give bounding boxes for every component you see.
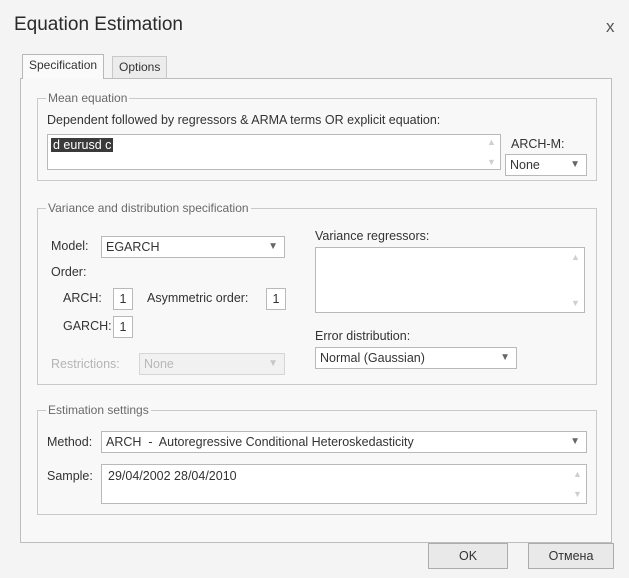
archm-select[interactable]: None ▼ — [505, 154, 587, 176]
title-bar: Equation Estimation x — [0, 0, 629, 46]
restrictions-value: None — [144, 357, 174, 371]
tab-options[interactable]: Options — [112, 56, 168, 78]
chevron-down-icon: ▼ — [570, 159, 580, 170]
scroll-down-icon: ▼ — [571, 298, 580, 308]
chevron-down-icon: ▼ — [570, 436, 580, 447]
variance-regressors-input[interactable]: ▲ ▼ — [315, 247, 585, 313]
variance-regressors-scrollbar[interactable]: ▲ ▼ — [569, 249, 583, 311]
method-label: Method: — [47, 435, 93, 449]
error-distribution-value: Normal (Gaussian) — [320, 351, 425, 365]
method-value: ARCH - Autoregressive Conditional Hetero… — [106, 435, 414, 449]
model-label: Model: — [51, 239, 89, 253]
asymmetric-order-input[interactable]: 1 — [266, 288, 286, 310]
arch-order-input[interactable]: 1 — [113, 288, 133, 310]
estimation-legend: Estimation settings — [48, 403, 149, 417]
chevron-down-icon: ▼ — [268, 241, 278, 252]
scroll-up-icon: ▲ — [487, 137, 496, 147]
scroll-up-icon: ▲ — [571, 252, 580, 262]
tab-specification[interactable]: Specification — [22, 54, 105, 79]
scroll-down-icon: ▼ — [487, 157, 496, 167]
equation-text: d eurusd c — [51, 138, 114, 152]
chevron-down-icon: ▼ — [268, 358, 278, 369]
sample-text: 29/04/2002 28/04/2010 — [108, 469, 237, 483]
error-distribution-label: Error distribution: — [315, 329, 411, 343]
archm-label: ARCH-M: — [511, 137, 565, 151]
garch-order-input[interactable]: 1 — [113, 316, 133, 338]
model-select[interactable]: EGARCH ▼ — [101, 236, 285, 258]
mean-equation-legend: Mean equation — [48, 91, 128, 105]
window-title: Equation Estimation — [14, 14, 183, 35]
archm-value: None — [510, 158, 540, 172]
equation-scrollbar[interactable]: ▲ ▼ — [485, 136, 499, 168]
model-value: EGARCH — [106, 240, 160, 254]
chevron-down-icon: ▼ — [500, 352, 510, 363]
close-icon[interactable]: x — [606, 17, 615, 37]
error-distribution-select[interactable]: Normal (Gaussian) ▼ — [315, 347, 517, 369]
sample-scrollbar[interactable]: ▲ ▼ — [571, 466, 585, 502]
restrictions-select: None ▼ — [139, 353, 285, 375]
order-label: Order: — [51, 265, 87, 279]
garch-label: GARCH: — [63, 319, 112, 333]
sample-input[interactable]: 29/04/2002 28/04/2010 ▲ ▼ — [101, 464, 587, 504]
scroll-up-icon: ▲ — [573, 469, 582, 479]
tab-panel: Mean equation Dependent followed by regr… — [20, 78, 612, 543]
sample-label: Sample: — [47, 469, 93, 483]
equation-input[interactable]: d eurusd c ▲ ▼ — [47, 134, 501, 170]
ok-button[interactable]: OK — [428, 543, 508, 569]
asymmetric-order-label: Asymmetric order: — [147, 291, 249, 305]
restrictions-label: Restrictions: — [51, 357, 120, 371]
variance-legend: Variance and distribution specification — [48, 201, 249, 215]
scroll-down-icon: ▼ — [573, 489, 582, 499]
arch-label: ARCH: — [63, 291, 102, 305]
equation-instruction: Dependent followed by regressors & ARMA … — [47, 113, 441, 127]
cancel-button[interactable]: Отмена — [528, 543, 614, 569]
method-select[interactable]: ARCH - Autoregressive Conditional Hetero… — [101, 431, 587, 453]
variance-regressors-label: Variance regressors: — [315, 229, 430, 243]
